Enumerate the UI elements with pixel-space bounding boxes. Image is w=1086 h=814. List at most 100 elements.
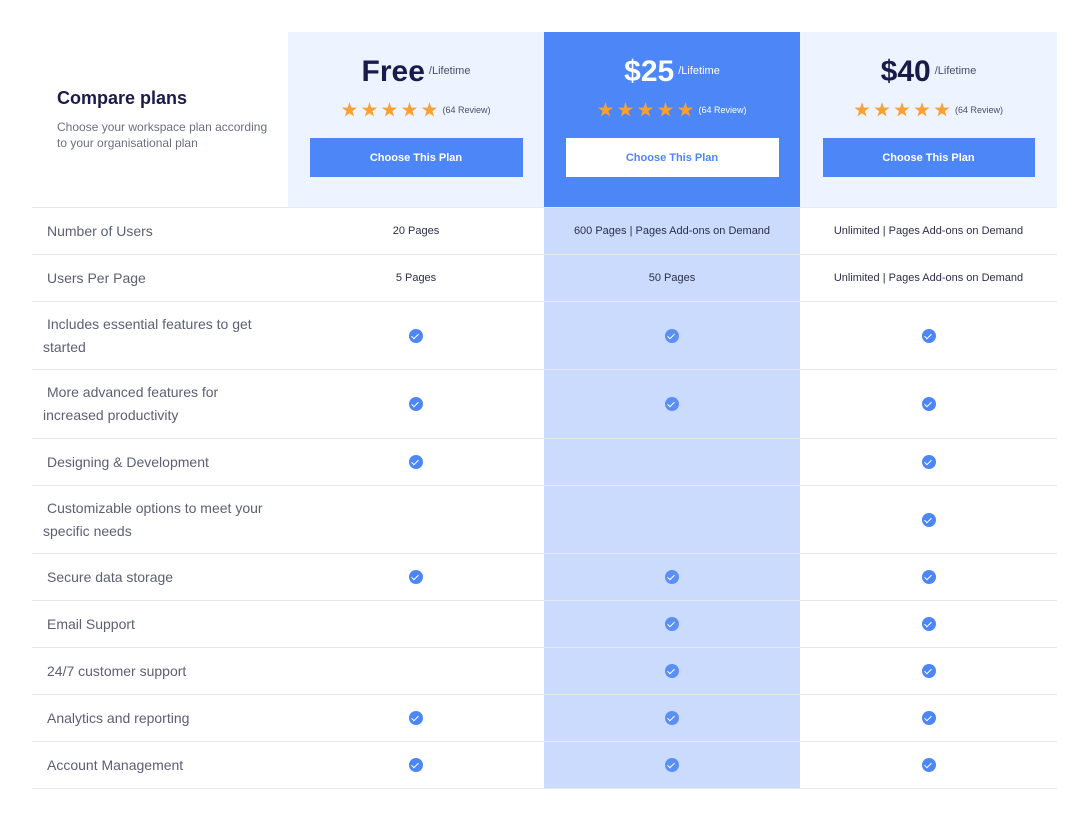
- star-icon: [934, 102, 950, 117]
- check-circle-icon: [409, 758, 423, 772]
- choose-plan-button[interactable]: Choose This Plan: [822, 138, 1035, 177]
- plan-rating: (64 Review): [800, 100, 1057, 120]
- table-row: Users Per Page 5 Pages 50 Pages Unlimite…: [32, 255, 1057, 302]
- table-row: Includes essential features to get start…: [32, 302, 1057, 370]
- check-circle-icon: [921, 455, 936, 469]
- feature-cell: [800, 486, 1057, 553]
- check-circle-icon: [665, 570, 679, 584]
- check-circle-icon: [409, 711, 423, 725]
- review-count: (64 Review): [954, 105, 1003, 115]
- feature-cell: [288, 486, 544, 553]
- check-circle-icon: [409, 328, 423, 343]
- table-row: Account Management: [32, 742, 1057, 789]
- table-row: Designing & Development: [32, 439, 1057, 486]
- star-icon: [381, 102, 398, 117]
- choose-plan-button[interactable]: Choose This Plan: [309, 138, 523, 177]
- table-row: Email Support: [32, 601, 1057, 648]
- feature-cell: [288, 601, 544, 647]
- check-circle-icon: [921, 570, 936, 584]
- feature-label: Secure data storage: [32, 554, 288, 600]
- check-circle-icon: [921, 512, 936, 527]
- check-circle-icon: [665, 328, 679, 343]
- feature-label: Users Per Page: [32, 255, 288, 301]
- feature-label-text: Secure data storage: [47, 568, 174, 585]
- star-icon: [854, 102, 870, 117]
- plan-rating: (64 Review): [288, 100, 544, 120]
- check-circle-icon: [921, 397, 936, 411]
- plan-period: /Lifetime: [428, 65, 471, 77]
- feature-cell: [800, 742, 1057, 788]
- feature-label-text: Users Per Page: [47, 269, 146, 286]
- pricing-comparison-table: Compare plans Choose your workspace plan…: [32, 32, 1057, 789]
- feature-cell: [544, 742, 800, 788]
- feature-value: 600 Pages | Pages Add-ons on Demand: [544, 208, 800, 254]
- feature-cell: [288, 695, 544, 741]
- feature-label: Includes essential features to get start…: [32, 302, 288, 369]
- plan-period: /Lifetime: [678, 65, 720, 77]
- check-circle-icon: [665, 711, 679, 725]
- check-circle-icon: [921, 711, 936, 725]
- feature-label: Designing & Development: [32, 439, 288, 485]
- star-icon: [361, 102, 378, 117]
- page-title: Compare plans: [57, 88, 188, 108]
- feature-cell: [800, 601, 1057, 647]
- feature-label: Number of Users: [32, 208, 288, 254]
- feature-cell: [288, 370, 544, 438]
- feature-label-text: More advanced features for increased pro…: [43, 384, 219, 423]
- feature-label-text: Includes essential features to get start…: [43, 315, 252, 355]
- feature-cell: [544, 695, 800, 741]
- feature-cell: [288, 554, 544, 600]
- feature-cell: [544, 439, 800, 485]
- star-icon: [894, 102, 910, 117]
- feature-cell: [800, 695, 1057, 741]
- star-rating: [341, 102, 441, 118]
- check-circle-icon: [665, 397, 679, 411]
- star-icon: [874, 102, 890, 117]
- feature-cell: [288, 742, 544, 788]
- table-row: 24/7 customer support: [32, 648, 1057, 695]
- check-circle-icon: [921, 664, 936, 678]
- table-row: More advanced features for increased pro…: [32, 370, 1057, 439]
- feature-value: 50 Pages: [544, 255, 800, 301]
- check-circle-icon: [665, 758, 679, 772]
- check-circle-icon: [921, 328, 936, 343]
- table-row: Secure data storage: [32, 554, 1057, 601]
- star-rating: [854, 102, 954, 118]
- feature-value: 20 Pages: [392, 225, 440, 237]
- check-circle-icon: [409, 397, 423, 411]
- check-circle-icon: [665, 617, 679, 631]
- plan-price: $40: [880, 55, 931, 88]
- feature-label: More advanced features for increased pro…: [32, 370, 288, 438]
- plan-rating: (64 Review): [544, 100, 800, 120]
- feature-cell: [800, 648, 1057, 694]
- feature-cell: [800, 370, 1057, 438]
- check-circle-icon: [921, 758, 936, 772]
- check-circle-icon: [665, 664, 679, 678]
- choose-plan-button[interactable]: Choose This Plan: [565, 138, 779, 177]
- feature-label: Customizable options to meet your specif…: [32, 486, 288, 553]
- plan-25: $25 /Lifetime (64 Review) Choose This Pl…: [544, 32, 800, 207]
- plan-40: $40 /Lifetime (64 Review) Choose This Pl…: [800, 32, 1057, 207]
- feature-cell: [544, 554, 800, 600]
- feature-cell: [800, 302, 1057, 369]
- feature-label: Email Support: [32, 601, 288, 647]
- review-count: (64 Review): [442, 105, 491, 115]
- feature-cell: [544, 486, 800, 553]
- star-icon: [637, 102, 654, 117]
- feature-cell: [544, 648, 800, 694]
- feature-value: Unlimited | Pages Add-ons on Demand: [833, 225, 1024, 237]
- feature-cell: [288, 439, 544, 485]
- feature-label-text: Account Management: [47, 756, 184, 773]
- compare-intro: Compare plans Choose your workspace plan…: [32, 32, 288, 207]
- page-subtitle: Choose your workspace plan according to …: [57, 120, 268, 150]
- check-circle-icon: [409, 455, 423, 469]
- plan-price: Free: [361, 55, 425, 88]
- feature-cell: [544, 601, 800, 647]
- feature-label-text: Number of Users: [47, 222, 153, 239]
- table-row: Analytics and reporting: [32, 695, 1057, 742]
- feature-label-text: Designing & Development: [47, 453, 209, 470]
- plan-free: Free /Lifetime (64 Review) Choose This P…: [288, 32, 544, 207]
- star-icon: [421, 102, 438, 117]
- feature-label-text: 24/7 customer support: [47, 662, 187, 679]
- check-circle-icon: [409, 570, 423, 584]
